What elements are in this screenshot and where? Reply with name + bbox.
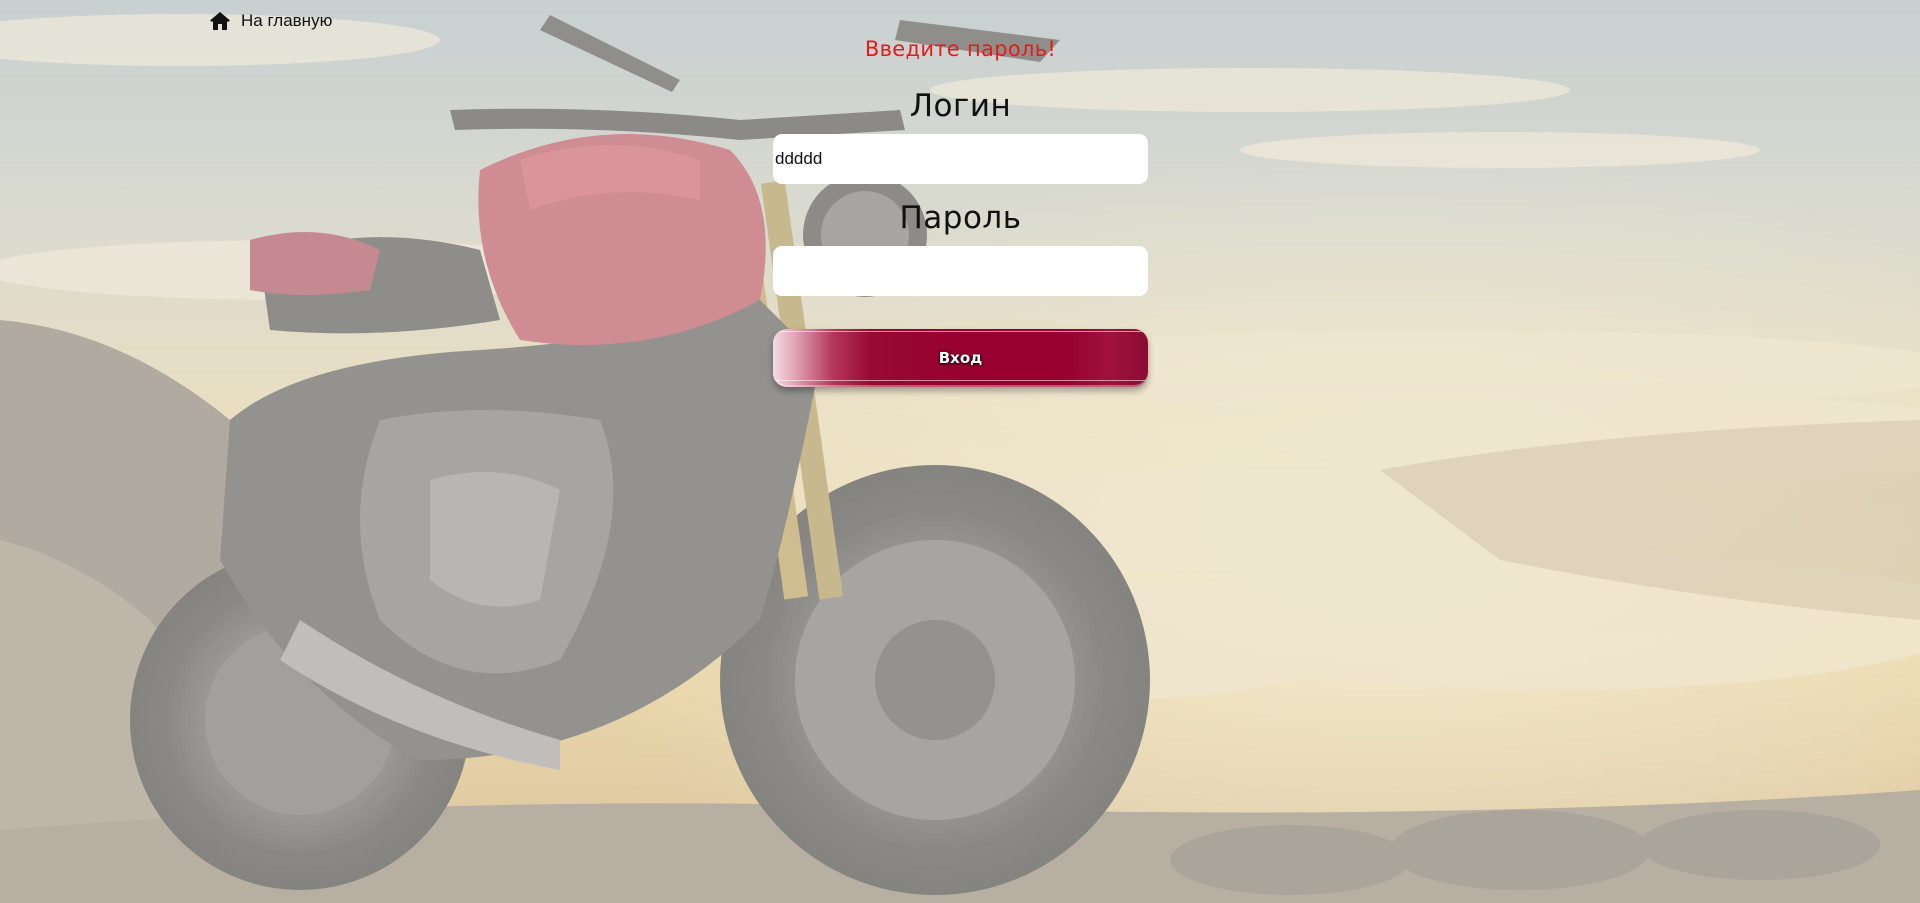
login-input[interactable] bbox=[773, 134, 1148, 184]
home-icon bbox=[210, 12, 230, 30]
home-link[interactable]: На главную bbox=[210, 10, 332, 32]
login-button[interactable]: Вход bbox=[773, 329, 1148, 387]
login-form: Введите пароль! Логин Пароль Вход bbox=[773, 30, 1148, 387]
password-input[interactable] bbox=[773, 246, 1148, 296]
login-label: Логин bbox=[909, 88, 1012, 124]
error-message: Введите пароль! bbox=[864, 37, 1057, 61]
password-label: Пароль bbox=[899, 200, 1022, 236]
home-link-label: На главную bbox=[241, 11, 333, 30]
